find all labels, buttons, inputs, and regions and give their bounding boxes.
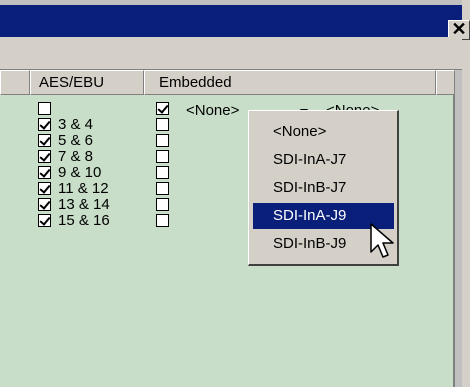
dropdown-option[interactable]: SDI-InA-J7 [253,147,394,173]
window-right-border [462,0,470,387]
embedded-checkbox[interactable] [156,182,169,195]
column-header-aes-ebu[interactable]: AES/EBU [30,70,144,95]
embedded-checkbox[interactable] [156,134,169,147]
aes-ebu-checkbox[interactable] [38,214,51,227]
dropdown-option[interactable]: SDI-InB-J7 [253,175,394,201]
embedded-checkbox[interactable] [156,214,169,227]
aes-ebu-pair-label: 9 & 10 [58,164,102,181]
aes-ebu-checkbox[interactable] [38,198,51,211]
toolbar-band [0,37,462,70]
aes-ebu-pair-label: 5 & 6 [58,132,94,149]
aes-ebu-checkbox[interactable] [38,118,51,131]
embedded-source-combo-value[interactable]: <None> [186,103,239,119]
aes-ebu-checkbox[interactable] [38,182,51,195]
aes-ebu-pair-label: 3 & 4 [58,116,94,133]
embedded-checkbox[interactable] [156,166,169,179]
embedded-checkbox[interactable] [156,102,169,115]
aes-ebu-checkbox[interactable] [38,150,51,163]
mouse-pointer-icon [370,223,394,258]
aes-ebu-checkbox[interactable] [38,166,51,179]
title-bar[interactable] [0,5,462,37]
dropdown-option[interactable]: <None> [253,119,394,145]
aes-ebu-checkbox[interactable] [38,134,51,147]
aes-ebu-pair-label: 7 & 8 [58,148,94,165]
aes-ebu-pair-label: 13 & 14 [58,196,110,213]
aes-ebu-checkbox[interactable] [38,102,51,115]
embedded-checkbox[interactable] [156,198,169,211]
dialog-window: ✕ AES/EBU Embedded 3 & 45 & 67 & 89 & 10… [0,0,470,387]
aes-ebu-pair-label: 11 & 12 [58,180,109,197]
column-header-blank[interactable] [0,70,30,95]
aes-ebu-pair-label: 15 & 16 [58,212,110,229]
embedded-checkbox[interactable] [156,150,169,163]
embedded-checkbox[interactable] [156,118,169,131]
column-header-filler [436,70,455,95]
column-header-embedded[interactable]: Embedded [144,70,436,95]
